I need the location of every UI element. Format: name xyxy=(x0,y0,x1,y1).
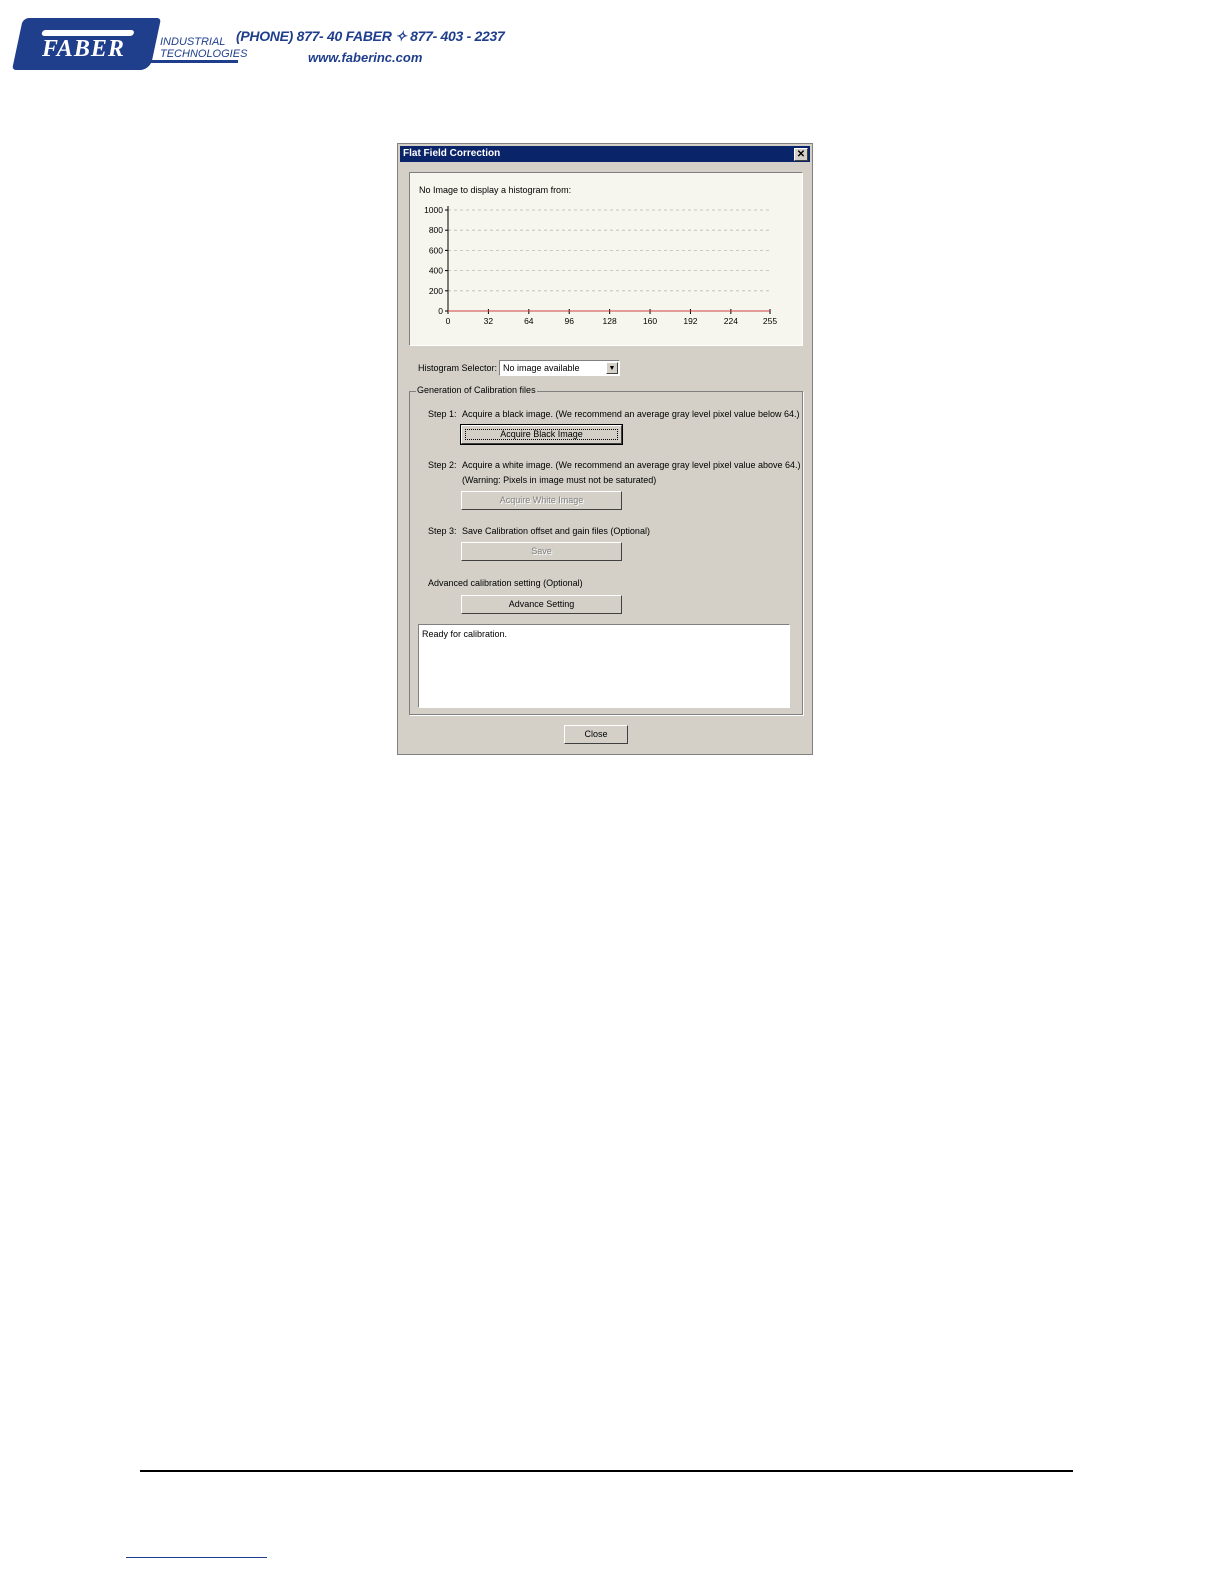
x-tick-label: 96 xyxy=(564,316,574,326)
dialog-titlebar[interactable]: Flat Field Correction ✕ xyxy=(400,146,810,162)
status-box[interactable]: Ready for calibration. xyxy=(418,624,790,708)
phone-number: (PHONE) 877- 40 FABER ✧ 877- 403 - 2237 xyxy=(236,28,505,44)
logo-name: FABER xyxy=(42,36,125,62)
y-tick-label: 0 xyxy=(438,306,443,316)
step1-text: Acquire a black image. (We recommend an … xyxy=(462,409,800,419)
histogram-selector-dropdown[interactable]: No image available ▼ xyxy=(499,360,620,376)
x-tick-label: 0 xyxy=(446,316,451,326)
x-tick-label: 128 xyxy=(603,316,617,326)
y-tick-label: 600 xyxy=(429,245,443,255)
step2-label: Step 2: xyxy=(428,460,457,470)
calibration-group-title: Generation of Calibration files xyxy=(416,385,537,395)
logo-underline xyxy=(148,60,238,63)
status-text: Ready for calibration. xyxy=(422,629,508,639)
step3-label: Step 3: xyxy=(428,526,457,536)
histogram-chart: 0 200 400 600 800 1000 0 32 64 96 128 160 192 224 255 xyxy=(424,205,777,326)
footer-link-underline xyxy=(126,1557,267,1558)
x-tick-label: 192 xyxy=(683,316,697,326)
footer-rule xyxy=(140,1470,1073,1472)
dialog-title: Flat Field Correction xyxy=(403,148,501,159)
step2-warning: (Warning: Pixels in image must not be sa… xyxy=(462,475,657,485)
close-button[interactable]: Close xyxy=(564,725,628,744)
y-tick-label: 400 xyxy=(429,266,443,276)
y-tick-label: 1000 xyxy=(424,205,443,215)
step3-text: Save Calibration offset and gain files (… xyxy=(462,526,650,536)
flat-field-correction-dialog: Flat Field Correction ✕ No Image to disp… xyxy=(397,143,813,755)
x-tick-label: 255 xyxy=(763,316,777,326)
x-tick-label: 32 xyxy=(484,316,494,326)
x-tick-label: 160 xyxy=(643,316,657,326)
advance-setting-button[interactable]: Advance Setting xyxy=(461,595,622,614)
histogram-selector-value: No image available xyxy=(503,363,580,373)
logo-sub-line2: TECHNOLOGIES xyxy=(160,48,248,60)
logo-subtitle: INDUSTRIAL TECHNOLOGIES xyxy=(160,36,247,60)
company-logo: FABER INDUSTRIAL TECHNOLOGIES xyxy=(12,14,247,74)
acquire-white-image-button[interactable]: Acquire White Image xyxy=(461,491,622,510)
calibration-group: Generation of Calibration files Step 1: … xyxy=(409,385,803,715)
acquire-black-image-button[interactable]: Acquire Black Image xyxy=(460,424,623,445)
advanced-text: Advanced calibration setting (Optional) xyxy=(428,578,583,588)
step1-label: Step 1: xyxy=(428,409,457,419)
logo-sub-line1: INDUSTRIAL xyxy=(160,36,226,48)
histogram-selector-label: Histogram Selector: xyxy=(418,363,498,373)
y-tick-label: 200 xyxy=(429,286,443,296)
contact-info: (PHONE) 877- 40 FABER ✧ 877- 403 - 2237 … xyxy=(236,28,505,65)
step2-text: Acquire a white image. (We recommend an … xyxy=(462,460,801,470)
y-tick-label: 800 xyxy=(429,225,443,235)
close-icon[interactable]: ✕ xyxy=(794,148,808,161)
histogram-panel: No Image to display a histogram from: 02… xyxy=(409,172,803,346)
save-button[interactable]: Save xyxy=(461,542,622,561)
website-url: www.faberinc.com xyxy=(308,50,423,65)
chevron-down-icon[interactable]: ▼ xyxy=(606,362,618,374)
x-tick-label: 224 xyxy=(724,316,738,326)
x-tick-label: 64 xyxy=(524,316,534,326)
